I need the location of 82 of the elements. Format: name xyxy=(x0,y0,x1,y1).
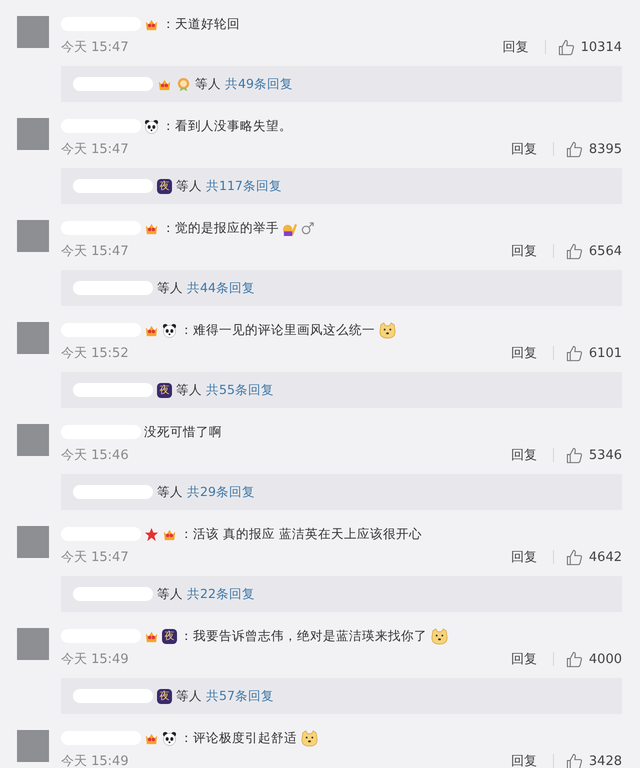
thumbs-up-icon xyxy=(566,242,583,260)
medal-badge-icon xyxy=(176,76,191,92)
replies-summary-bar[interactable]: 夜 等人 共57条回复 xyxy=(61,678,622,714)
reply-count-link[interactable]: 共57条回复 xyxy=(206,688,274,704)
comment-text: ：难得一见的评论里画风这么统一 xyxy=(180,322,375,338)
like-button[interactable]: 5346 xyxy=(566,446,622,464)
male-sign-icon xyxy=(300,220,315,236)
comment-text: 没死可惜了啊 xyxy=(144,424,222,440)
like-button[interactable]: 6564 xyxy=(566,242,622,260)
replies-summary-bar[interactable]: 夜 等人 共117条回复 xyxy=(61,168,622,204)
avatar-photo-placeholder xyxy=(17,730,49,762)
panda-icon xyxy=(162,730,177,746)
others-label: 等人 xyxy=(157,280,183,296)
reply-count-link[interactable]: 共55条回复 xyxy=(206,382,274,398)
like-button[interactable]: 3428 xyxy=(566,752,622,768)
comment-time: 今天 15:47 xyxy=(61,39,129,56)
night-badge: 夜 xyxy=(162,628,177,644)
like-button[interactable]: 10314 xyxy=(558,38,622,56)
dog-face-emoji-icon xyxy=(378,320,397,340)
avatar-photo-placeholder xyxy=(17,526,49,558)
others-label: 等人 xyxy=(176,382,202,398)
panda-icon xyxy=(162,322,177,338)
avatar-photo-placeholder xyxy=(17,118,49,150)
thumbs-up-icon xyxy=(566,548,583,566)
thumbs-up-icon xyxy=(566,140,583,158)
replies-summary-bar[interactable]: 等人 共22条回复 xyxy=(61,576,622,612)
like-button[interactable]: 8395 xyxy=(566,140,622,158)
reply-button[interactable]: 回复 xyxy=(502,38,529,56)
avatar-photo-placeholder xyxy=(17,220,49,252)
reply-count-link[interactable]: 共22条回复 xyxy=(187,586,255,602)
thumbs-up-icon xyxy=(566,650,583,668)
reply-button[interactable]: 回复 xyxy=(510,140,537,158)
others-label: 等人 xyxy=(176,688,202,704)
others-label: 等人 xyxy=(195,76,221,92)
thumbs-up-icon xyxy=(558,38,575,56)
night-badge: 夜 xyxy=(157,382,172,398)
reply-button[interactable]: 回复 xyxy=(510,242,537,260)
star-icon xyxy=(144,526,159,542)
comment-text: ：评论极度引起舒适 xyxy=(180,730,297,746)
comment-time: 今天 15:46 xyxy=(61,447,129,464)
like-button[interactable]: 4000 xyxy=(566,650,622,668)
reply-count-link[interactable]: 共49条回复 xyxy=(225,76,293,92)
comment-text: ：活该 真的报应 蓝洁英在天上应该很开心 xyxy=(180,526,422,542)
replies-summary-bar[interactable]: 等人 共29条回复 xyxy=(61,474,622,510)
others-label: 等人 xyxy=(157,586,183,602)
avatar-photo-placeholder xyxy=(17,628,49,660)
comment-time: 今天 15:49 xyxy=(61,753,129,768)
replies-summary-bar[interactable]: 等人 共44条回复 xyxy=(61,270,622,306)
others-label: 等人 xyxy=(176,178,202,194)
thumbs-up-icon xyxy=(566,752,583,768)
dog-face-emoji-icon xyxy=(430,626,449,646)
comment-time: 今天 15:47 xyxy=(61,141,129,158)
reply-button[interactable]: 回复 xyxy=(510,752,537,768)
comment-text: ：天道好轮回 xyxy=(162,16,240,32)
panda-icon xyxy=(144,118,159,134)
reply-button[interactable]: 回复 xyxy=(510,446,537,464)
comment-time: 今天 15:47 xyxy=(61,549,129,566)
reply-count-link[interactable]: 共29条回复 xyxy=(187,484,255,500)
comment-time: 今天 15:49 xyxy=(61,651,129,668)
night-badge: 夜 xyxy=(157,688,172,704)
comment-text: ：觉的是报应的举手 xyxy=(162,220,279,236)
reply-button[interactable]: 回复 xyxy=(510,650,537,668)
night-badge: 夜 xyxy=(157,178,172,194)
replies-summary-bar[interactable]: 等人 共49条回复 xyxy=(61,66,622,102)
comment-text: ：我要告诉曾志伟，绝对是蓝洁瑛来找你了 xyxy=(180,628,427,644)
replies-summary-bar[interactable]: 夜 等人 共55条回复 xyxy=(61,372,622,408)
others-label: 等人 xyxy=(157,484,183,500)
avatar-photo-placeholder xyxy=(17,322,49,354)
reply-button[interactable]: 回复 xyxy=(510,344,537,362)
reply-count-link[interactable]: 共117条回复 xyxy=(206,178,282,194)
avatar-photo-placeholder xyxy=(17,424,49,456)
comment-time: 今天 15:52 xyxy=(61,345,129,362)
thumbs-up-icon xyxy=(566,344,583,362)
comment-time: 今天 15:47 xyxy=(61,243,129,260)
avatar-photo-placeholder xyxy=(17,16,49,48)
comment-text: ：看到人没事略失望。 xyxy=(162,118,292,134)
dog-face-emoji-icon xyxy=(300,728,319,748)
like-button[interactable]: 4642 xyxy=(566,548,622,566)
reply-button[interactable]: 回复 xyxy=(510,548,537,566)
reply-count-link[interactable]: 共44条回复 xyxy=(187,280,255,296)
thumbs-up-icon xyxy=(566,446,583,464)
like-button[interactable]: 6101 xyxy=(566,344,622,362)
